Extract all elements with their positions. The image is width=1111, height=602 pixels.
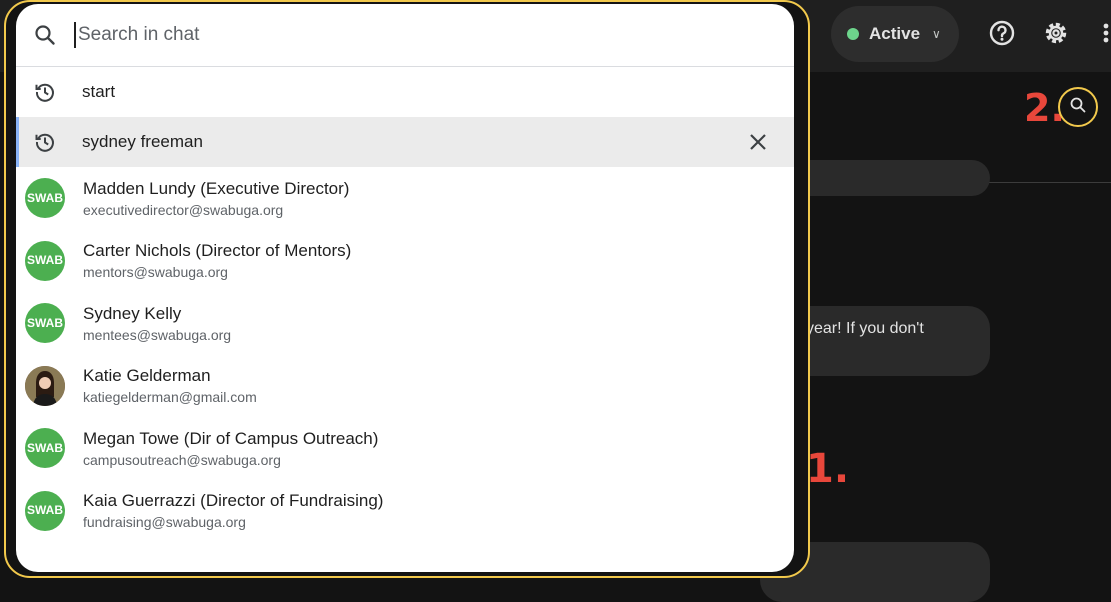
chat-search-button[interactable] xyxy=(1058,87,1098,127)
contact-email: executivedirector@swabuga.org xyxy=(83,201,284,218)
search-bar xyxy=(16,4,794,67)
history-item-label: start xyxy=(82,82,116,101)
chevron-down-icon: ∨ xyxy=(932,27,941,41)
contact-suggestion[interactable]: SWAB Kaia Guerrazzi (Director of Fundrai… xyxy=(16,480,794,543)
history-item[interactable]: start xyxy=(16,67,794,117)
status-label: Active xyxy=(869,24,921,43)
search-input[interactable] xyxy=(74,22,760,48)
contact-suggestion[interactable]: Katie Gelderman katiegelderman@gmail.com xyxy=(16,355,794,418)
history-item-label: sydney freeman xyxy=(82,132,203,151)
avatar: SWAB xyxy=(25,428,65,469)
contact-suggestion[interactable]: SWAB Madden Lundy (Executive Director) e… xyxy=(16,167,794,230)
search-icon xyxy=(16,23,74,47)
contact-name: Sydney Kelly xyxy=(83,303,182,323)
contact-email: mentors@swabuga.org xyxy=(83,264,228,281)
message-text: is year! If you don't xyxy=(790,320,924,337)
contact-suggestion[interactable]: SWAB Sydney Kelly mentees@swabuga.org xyxy=(16,292,794,355)
history-icon xyxy=(16,80,74,104)
contact-name: Kaia Guerrazzi (Director of Fundraising) xyxy=(83,491,384,511)
contact-email: campusoutreach@swabuga.org xyxy=(83,451,281,468)
search-dropdown: start sydney freeman SWAB Madden Lundy (… xyxy=(16,4,794,572)
status-dropdown[interactable]: Active ∨ xyxy=(831,6,959,62)
status-dot xyxy=(847,28,859,40)
avatar: SWAB xyxy=(25,178,65,219)
contact-name: Madden Lundy (Executive Director) xyxy=(83,178,350,198)
history-icon xyxy=(16,130,74,154)
gear-icon[interactable] xyxy=(1041,18,1071,48)
contact-email: mentees@swabuga.org xyxy=(83,326,232,343)
contact-name: Megan Towe (Dir of Campus Outreach) xyxy=(83,428,379,448)
help-circle-icon[interactable] xyxy=(987,18,1017,48)
contact-suggestion[interactable]: SWAB Carter Nichols (Director of Mentors… xyxy=(16,230,794,293)
avatar: SWAB xyxy=(25,240,65,281)
history-item-selected[interactable]: sydney freeman xyxy=(16,117,794,167)
avatar: SWAB xyxy=(25,490,65,531)
contact-email: fundraising@swabuga.org xyxy=(83,514,246,531)
close-icon[interactable] xyxy=(746,130,770,154)
avatar-photo xyxy=(25,365,65,406)
apps-grid-icon[interactable] xyxy=(1094,18,1111,48)
avatar: SWAB xyxy=(25,303,65,344)
contact-name: Carter Nichols (Director of Mentors) xyxy=(83,241,352,261)
contact-email: katiegelderman@gmail.com xyxy=(83,389,257,406)
contact-name: Katie Gelderman xyxy=(83,366,211,386)
contact-suggestion[interactable]: SWAB Megan Towe (Dir of Campus Outreach)… xyxy=(16,417,794,480)
search-icon xyxy=(1069,96,1087,119)
annotation-one: 1. xyxy=(806,446,850,492)
